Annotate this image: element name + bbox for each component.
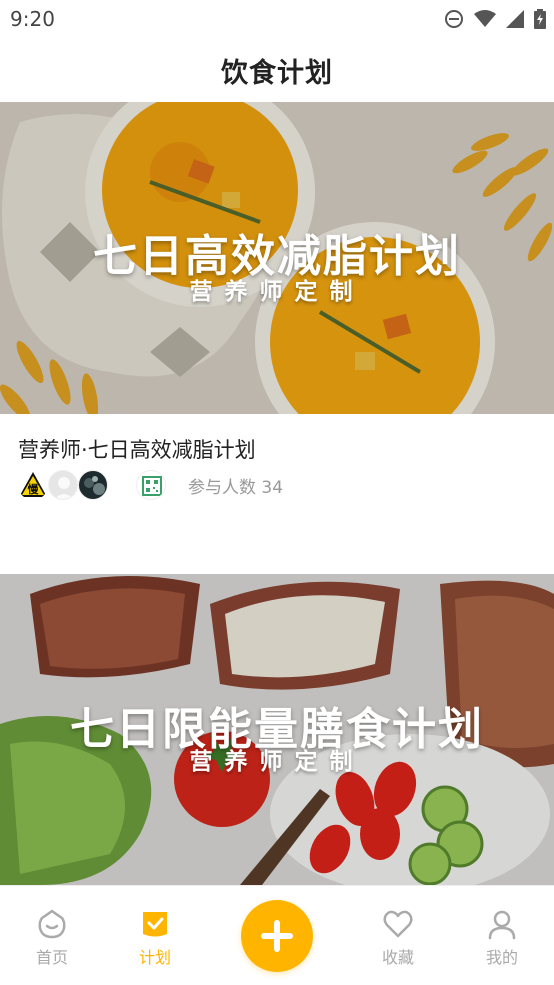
nav-home-label: 首页 (35, 948, 68, 967)
svg-text:慢: 慢 (28, 482, 40, 496)
status-time: 9:20 (10, 7, 55, 31)
plan-card[interactable]: 七日限能量膳食计划 营养师定制 (0, 574, 554, 885)
bottom-nav: 首页 计划 收藏 我的 (0, 885, 554, 985)
wifi-icon (474, 10, 496, 27)
banner-subtitle: 营养师定制 (189, 749, 365, 775)
plan-banner[interactable]: 七日高效减脂计划 营养师定制 (0, 102, 554, 414)
add-button[interactable] (241, 900, 313, 972)
heart-icon (383, 910, 413, 938)
user-icon (488, 910, 516, 940)
nav-favorites[interactable]: 收藏 (358, 908, 438, 968)
nav-plan[interactable]: 计划 (115, 908, 195, 968)
plan-check-icon (143, 912, 167, 937)
home-smile-icon (38, 909, 66, 939)
nav-favorites-label: 收藏 (381, 948, 414, 967)
avatar-slow-sign: 慢 (18, 470, 48, 500)
page-title: 饮食计划 (221, 57, 333, 89)
avatar-qr (136, 470, 166, 500)
signal-icon (506, 10, 524, 28)
battery-icon (534, 9, 546, 29)
status-icons (444, 8, 546, 30)
avatar-dark (78, 470, 108, 500)
participant-count: 参与人数 34 (188, 477, 284, 498)
nav-plan-label: 计划 (138, 948, 171, 967)
plus-icon (261, 920, 293, 952)
do-not-disturb-icon (445, 10, 463, 28)
banner-subtitle: 营养师定制 (189, 279, 365, 305)
nav-mine[interactable]: 我的 (462, 908, 542, 968)
plan-card[interactable]: 七日高效减脂计划 营养师定制 营养师·七日高效减脂计划 慢 参与人数 34 (0, 102, 554, 574)
status-bar: 9:20 (0, 0, 554, 38)
nav-home[interactable]: 首页 (12, 908, 92, 968)
nav-mine-label: 我的 (485, 948, 518, 967)
avatar-default (48, 470, 78, 500)
participants-row: 慢 参与人数 34 (18, 469, 283, 501)
plan-banner[interactable]: 七日限能量膳食计划 营养师定制 (0, 574, 554, 885)
plan-info: 营养师·七日高效减脂计划 慢 参与人数 34 (0, 414, 554, 574)
plan-name: 营养师·七日高效减脂计划 (18, 438, 256, 462)
app-header: 饮食计划 (0, 38, 554, 102)
